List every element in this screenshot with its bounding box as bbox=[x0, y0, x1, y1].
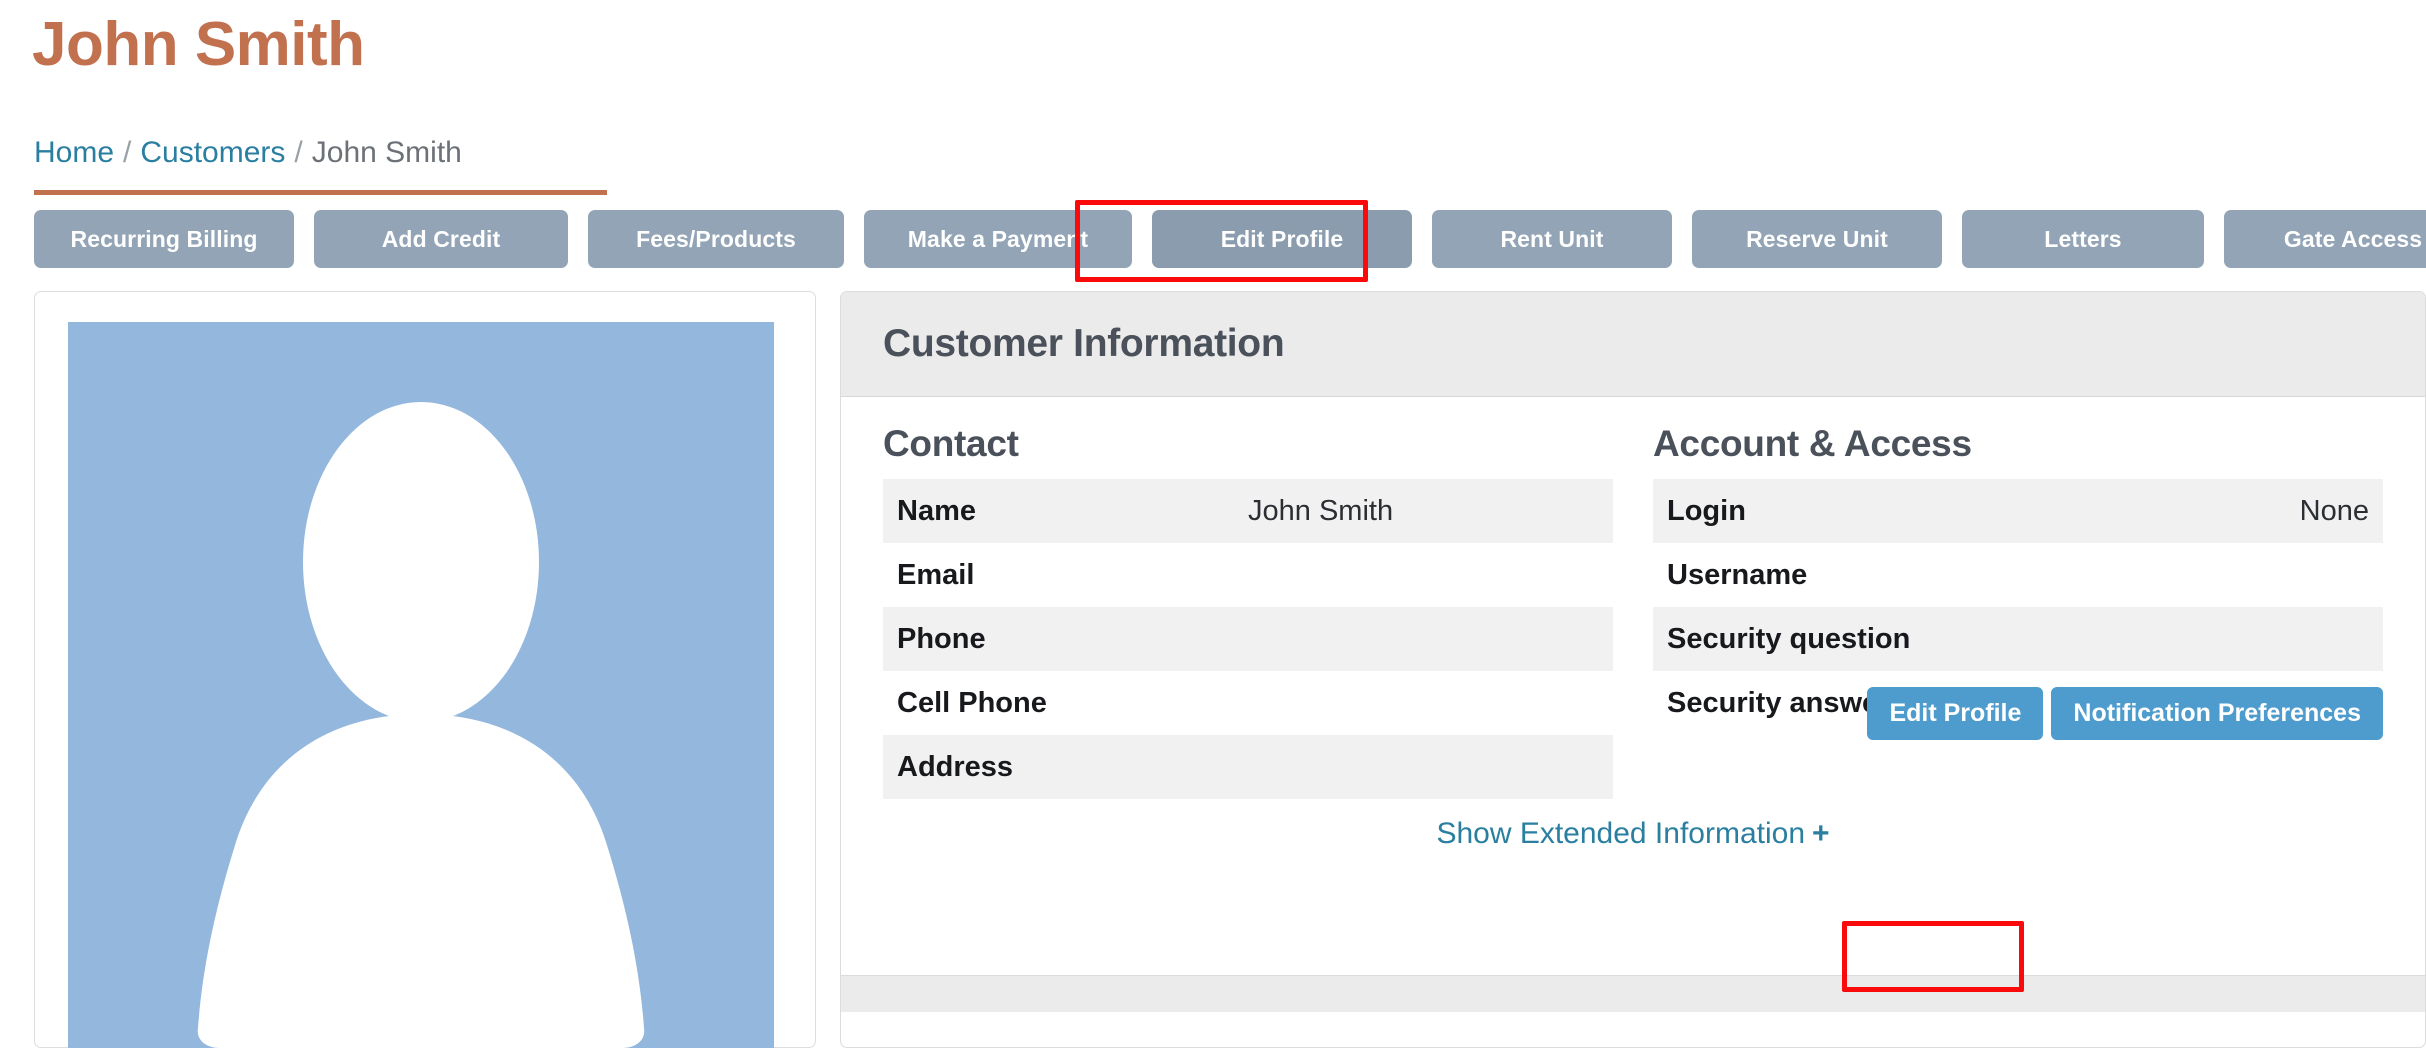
tab-edit-profile[interactable]: Edit Profile bbox=[1152, 210, 1412, 268]
contact-column: Contact Name John Smith Email Phone Cell… bbox=[883, 423, 1613, 799]
contact-key-email: Email bbox=[897, 558, 975, 591]
contact-table: Name John Smith Email Phone Cell Phone A… bbox=[883, 479, 1613, 799]
panel-header: Customer Information bbox=[841, 292, 2425, 397]
panel-footer bbox=[841, 975, 2425, 1012]
account-key-username: Username bbox=[1667, 558, 1808, 591]
table-row: Phone bbox=[883, 607, 1613, 671]
person-placeholder-icon bbox=[68, 322, 774, 1048]
show-extended-information-link[interactable]: Show Extended Information + bbox=[1436, 817, 1829, 850]
contact-key-address: Address bbox=[897, 750, 1014, 783]
tab-add-credit[interactable]: Add Credit bbox=[314, 210, 568, 268]
breadcrumb-item-home[interactable]: Home bbox=[34, 136, 114, 169]
extended-information-row: Show Extended Information + bbox=[841, 817, 2425, 851]
avatar bbox=[68, 322, 774, 1048]
account-value-username bbox=[2018, 543, 2383, 607]
customer-action-tabbar: Recurring Billing Add Credit Fees/Produc… bbox=[34, 210, 2426, 268]
account-key-security-question: Security question bbox=[1667, 622, 1911, 655]
contact-key-name: Name bbox=[897, 494, 976, 527]
panel-action-buttons: Edit Profile Notification Preferences bbox=[1867, 687, 2383, 740]
table-row: Cell Phone bbox=[883, 671, 1613, 735]
contact-key-cell-phone: Cell Phone bbox=[897, 686, 1047, 719]
tab-letters[interactable]: Letters bbox=[1962, 210, 2204, 268]
title-underline-rule bbox=[34, 190, 607, 195]
account-access-heading: Account & Access bbox=[1653, 423, 1972, 464]
notification-preferences-button[interactable]: Notification Preferences bbox=[2051, 687, 2383, 740]
tab-gate-access[interactable]: Gate Access bbox=[2224, 210, 2426, 268]
contact-key-phone: Phone bbox=[897, 622, 986, 655]
tab-make-a-payment[interactable]: Make a Payment bbox=[864, 210, 1132, 268]
table-row: Login None bbox=[1653, 479, 2383, 543]
panel-body: Contact Name John Smith Email Phone Cell… bbox=[841, 397, 2425, 1012]
contact-value-cell-phone bbox=[1248, 671, 1613, 735]
table-row: Username bbox=[1653, 543, 2383, 607]
contact-value-name: John Smith bbox=[1248, 494, 1394, 527]
show-extended-information-label: Show Extended Information bbox=[1436, 817, 1806, 850]
contact-value-address bbox=[1248, 735, 1613, 799]
breadcrumb-separator-2: / bbox=[294, 136, 303, 169]
customer-information-panel: Customer Information Contact Name John S… bbox=[840, 291, 2426, 1048]
customer-profile-page: John Smith Home / Customers / John Smith Rec… bbox=[0, 0, 2426, 1048]
table-row: Address bbox=[883, 735, 1613, 799]
table-row: Email bbox=[883, 543, 1613, 607]
tab-recurring-billing[interactable]: Recurring Billing bbox=[34, 210, 294, 268]
contact-value-phone bbox=[1248, 607, 1613, 671]
breadcrumb-separator-1: / bbox=[123, 136, 132, 169]
tab-reserve-unit[interactable]: Reserve Unit bbox=[1692, 210, 1942, 268]
breadcrumb-item-customers[interactable]: Customers bbox=[140, 136, 285, 169]
customer-photo-card: Add Photo bbox=[34, 291, 816, 1048]
tab-rent-unit[interactable]: Rent Unit bbox=[1432, 210, 1672, 268]
tab-fees-products[interactable]: Fees/Products bbox=[588, 210, 844, 268]
account-key-login: Login bbox=[1667, 494, 1746, 527]
plus-icon: + bbox=[1812, 817, 1830, 850]
breadcrumb-item-current: John Smith bbox=[311, 136, 462, 169]
contact-value-email bbox=[1248, 543, 1613, 607]
table-row: Security question bbox=[1653, 607, 2383, 671]
breadcrumb: Home / Customers / John Smith bbox=[34, 138, 462, 168]
account-value-security-question bbox=[2018, 607, 2383, 671]
table-row: Name John Smith bbox=[883, 479, 1613, 543]
page-title: John Smith bbox=[32, 10, 365, 79]
panel-title: Customer Information bbox=[883, 322, 1285, 365]
edit-profile-button[interactable]: Edit Profile bbox=[1867, 687, 2044, 740]
account-access-column: Account & Access Login None Username Sec… bbox=[1653, 423, 2383, 799]
contact-heading: Contact bbox=[883, 423, 1019, 464]
account-value-login: None bbox=[2299, 494, 2369, 527]
